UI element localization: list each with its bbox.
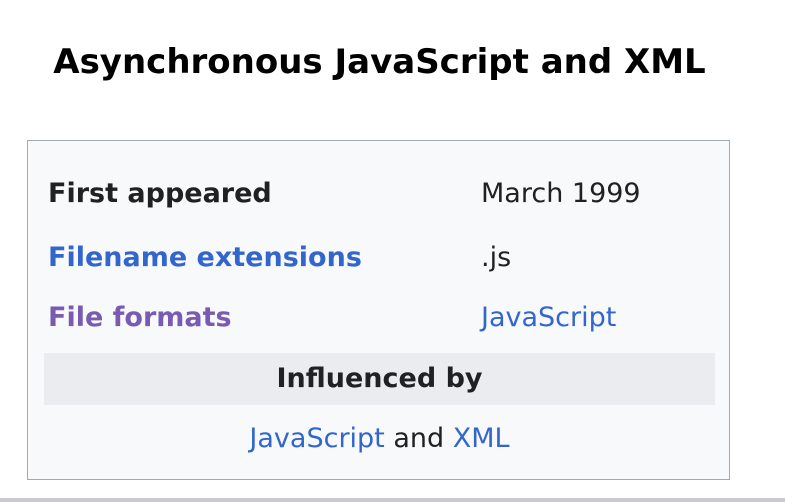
row-file-formats: File formats JavaScript [48, 298, 713, 338]
link-xml[interactable]: XML [453, 423, 510, 454]
row-filename-extensions: Filename extensions .js [48, 238, 713, 278]
row-first-appeared: First appeared March 1999 [48, 174, 713, 214]
link-javascript[interactable]: JavaScript [249, 423, 384, 454]
section-header-influenced-by: Influenced by [44, 353, 715, 405]
infobox-title: Asynchronous JavaScript and XML [53, 42, 706, 82]
value-first-appeared: March 1999 [481, 178, 641, 209]
value-filename-extensions: .js [481, 242, 512, 273]
conjunction-text: and [384, 423, 453, 454]
bottom-divider [0, 498, 785, 502]
page: Asynchronous JavaScript and XML First ap… [0, 0, 785, 502]
infobox: First appeared March 1999 Filename exten… [27, 140, 730, 480]
link-file-formats[interactable]: File formats [48, 298, 232, 338]
link-file-formats-value[interactable]: JavaScript [481, 298, 616, 338]
label-first-appeared: First appeared [48, 178, 272, 209]
link-filename-extensions[interactable]: Filename extensions [48, 238, 362, 278]
influenced-by-list: JavaScript and XML [44, 419, 715, 459]
